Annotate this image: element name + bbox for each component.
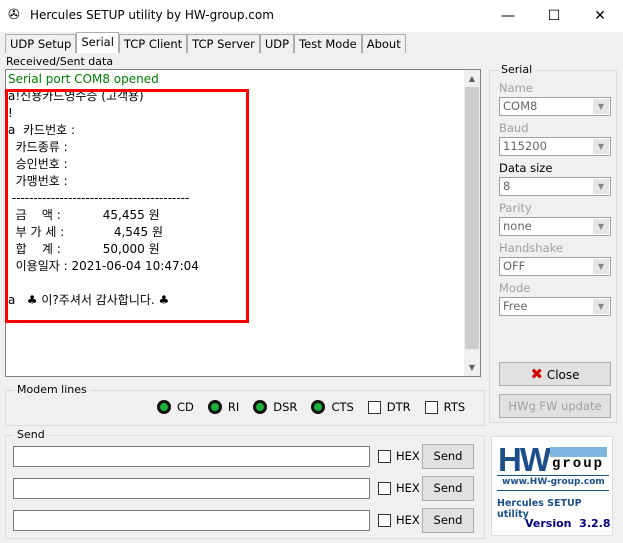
chevron-down-icon[interactable]: ▼ [593, 179, 609, 194]
led-label: CD [177, 400, 194, 414]
hex-label: HEX [396, 513, 420, 527]
serial-field-label: Parity [499, 201, 532, 215]
select-value: none [503, 219, 532, 233]
close-window-button[interactable]: ✕ [577, 0, 623, 32]
vertical-scrollbar[interactable]: ▲ ▼ [464, 70, 480, 376]
rts-checkbox[interactable] [424, 400, 438, 414]
close-port-button[interactable]: ✖ Close [499, 362, 611, 386]
led-cts-icon [311, 400, 326, 414]
serial-baud-select[interactable]: 115200 ▼ [499, 137, 611, 156]
chevron-down-icon[interactable]: ▼ [593, 139, 609, 154]
led-label: RI [227, 400, 240, 414]
send-group: Send HEX Send HEX Send HEX Send [5, 428, 485, 539]
tab-serial[interactable]: Serial [76, 32, 119, 53]
select-value: OFF [503, 259, 526, 273]
chevron-down-icon[interactable]: ▼ [593, 259, 609, 274]
select-value: 115200 [503, 139, 547, 153]
serial-field-label: Handshake [499, 241, 563, 255]
hw-group-logo: HW group www.HW-group.com Hercules SETUP… [491, 436, 613, 536]
serial-parity-select[interactable]: none ▼ [499, 217, 611, 236]
highlight-rectangle [5, 89, 249, 323]
logo-hw: HW [498, 441, 551, 478]
hex-checkbox[interactable] [378, 482, 391, 495]
tab-bar: UDP Setup Serial TCP Client TCP Server UDP Te… [5, 32, 406, 53]
rts-label: RTS [443, 400, 466, 414]
send-input[interactable] [13, 478, 370, 499]
logo-divider [497, 490, 609, 491]
send-button[interactable]: Send [422, 444, 474, 469]
hex-label: HEX [396, 481, 420, 495]
received-label: Received/Sent data [6, 55, 114, 68]
modem-lines-group: Modem lines CD RI DSR CTS DTR RTS [5, 383, 485, 426]
send-input[interactable] [13, 510, 370, 531]
close-port-label: Close [546, 368, 580, 382]
serial-handshake-select[interactable]: OFF ▼ [499, 257, 611, 276]
hex-label: HEX [396, 449, 420, 463]
logo-divider [497, 475, 609, 476]
send-button[interactable]: Send [422, 476, 474, 501]
scroll-down-icon[interactable]: ▼ [464, 359, 480, 376]
tab-tcp-server[interactable]: TCP Server [187, 34, 260, 53]
title-bar: ✇ Hercules SETUP utility by HW-group.com… [0, 0, 623, 32]
led-label: CTS [331, 400, 354, 414]
serial-mode-select[interactable]: Free ▼ [499, 297, 611, 316]
tab-udp[interactable]: UDP [259, 34, 295, 53]
led-ri-icon [207, 400, 222, 414]
chevron-down-icon[interactable]: ▼ [593, 99, 609, 114]
tab-test-mode[interactable]: Test Mode [294, 34, 362, 53]
serial-label: Serial [498, 63, 536, 76]
tab-about[interactable]: About [361, 34, 406, 53]
dtr-label: DTR [386, 400, 411, 414]
led-label: DSR [273, 400, 298, 414]
send-button[interactable]: Send [422, 508, 474, 533]
serial-field-label: Data size [499, 161, 553, 175]
scroll-up-icon[interactable]: ▲ [464, 70, 480, 87]
serial-data-size-select[interactable]: 8 ▼ [499, 177, 611, 196]
tab-tcp-client[interactable]: TCP Client [118, 34, 188, 53]
led-dsr-icon [253, 400, 268, 414]
chevron-down-icon[interactable]: ▼ [593, 299, 609, 314]
serial-field-label: Baud [499, 121, 529, 135]
x-icon: ✖ [530, 365, 544, 383]
dtr-checkbox[interactable] [367, 400, 381, 414]
led-cd-icon [157, 400, 171, 414]
serial-group: Serial ✖ Close HWg FW update Name COM8 ▼ Ba… [489, 63, 617, 423]
serial-field-label: Mode [499, 281, 531, 295]
logo-url: www.HW-group.com [502, 477, 605, 487]
select-value: 8 [503, 179, 511, 193]
send-label: Send [14, 428, 48, 441]
maximize-button[interactable]: ☐ [531, 0, 577, 32]
fw-update-button[interactable]: HWg FW update [499, 394, 611, 418]
select-value: Free [503, 299, 528, 313]
tab-udp-setup[interactable]: UDP Setup [5, 34, 77, 53]
serial-field-label: Name [499, 81, 533, 95]
received-line: Serial port COM8 opened [8, 72, 159, 86]
chevron-down-icon[interactable]: ▼ [593, 219, 609, 234]
minimize-button[interactable]: — [485, 0, 531, 32]
send-input[interactable] [13, 446, 370, 467]
serial-name-select[interactable]: COM8 ▼ [499, 97, 611, 116]
logo-group: group [552, 456, 605, 472]
select-value: COM8 [503, 99, 538, 113]
hex-checkbox[interactable] [378, 450, 391, 463]
logo-version: Version 3.2.8 [525, 517, 611, 530]
app-icon: ✇ [8, 7, 20, 23]
window-title: Hercules SETUP utility by HW-group.com [30, 8, 274, 22]
scroll-thumb[interactable] [465, 87, 479, 349]
modem-lines-label: Modem lines [14, 383, 90, 396]
hex-checkbox[interactable] [378, 514, 391, 527]
